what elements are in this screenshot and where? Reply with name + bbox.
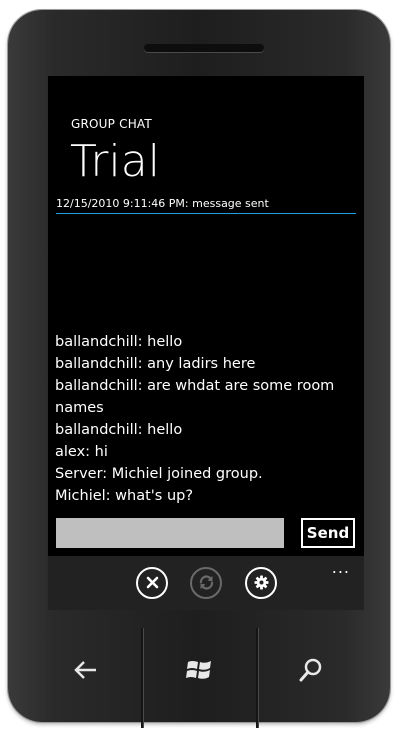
earpiece-speaker bbox=[144, 44, 264, 52]
message-item: ballandchill: hello bbox=[55, 422, 183, 438]
message-item: Server: Michiel joined group. bbox=[55, 466, 263, 482]
message-item: alex: hi bbox=[55, 444, 108, 460]
phone-frame: GROUP CHAT Trial 12/15/2010 9:11:46 PM: … bbox=[8, 10, 390, 728]
page-subtitle: GROUP CHAT bbox=[71, 117, 152, 131]
send-button[interactable]: Send bbox=[301, 518, 355, 548]
close-button[interactable] bbox=[136, 567, 168, 599]
application-bar: ... bbox=[48, 556, 364, 610]
search-icon bbox=[299, 658, 322, 682]
appbar-ellipsis[interactable]: ... bbox=[332, 558, 350, 577]
page-title: Trial bbox=[70, 136, 160, 187]
windows-start-icon bbox=[186, 661, 211, 679]
refresh-icon bbox=[199, 575, 213, 590]
message-item: ballandchill: any ladirs here bbox=[55, 356, 256, 372]
message-item: Michiel: what's up? bbox=[55, 488, 194, 504]
search-button[interactable] bbox=[291, 650, 331, 690]
screen: GROUP CHAT Trial 12/15/2010 9:11:46 PM: … bbox=[48, 76, 364, 610]
message-list: ballandchill: hello ballandchill: any la… bbox=[55, 331, 360, 507]
hardware-divider bbox=[141, 628, 143, 728]
hardware-divider bbox=[256, 628, 258, 728]
message-item: ballandchill: hello bbox=[55, 334, 183, 350]
start-button[interactable] bbox=[179, 650, 219, 690]
settings-icon bbox=[254, 575, 268, 590]
close-icon bbox=[146, 576, 158, 589]
back-icon bbox=[74, 661, 96, 679]
message-input[interactable] bbox=[56, 518, 284, 548]
status-divider bbox=[56, 213, 356, 214]
refresh-button[interactable] bbox=[190, 567, 222, 599]
status-text: 12/15/2010 9:11:46 PM: message sent bbox=[56, 197, 269, 210]
message-item: ballandchill: are whdat are some room na… bbox=[55, 378, 335, 416]
settings-button[interactable] bbox=[245, 567, 277, 599]
back-button[interactable] bbox=[66, 650, 106, 690]
